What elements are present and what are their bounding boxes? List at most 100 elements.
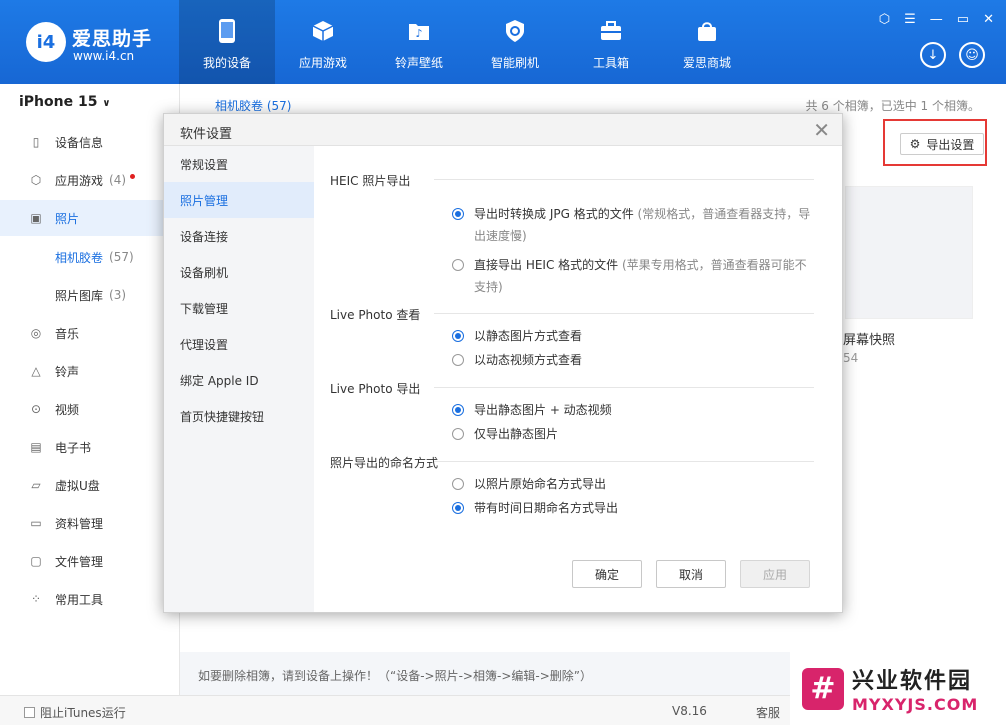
divider — [434, 179, 814, 180]
sidebar-item-label: 视频 — [55, 402, 80, 417]
radio-icon — [452, 354, 464, 366]
main-nav: 我的设备 应用游戏 ♪ 铃声壁纸 智能刷机 工具箱 爱思商城 — [179, 0, 755, 84]
sidebar-item-music[interactable]: ◎ 音乐 — [0, 315, 180, 351]
checkbox-icon — [24, 707, 35, 718]
breadcrumb[interactable]: 相机胶卷 (57) — [215, 97, 291, 114]
app-logo: i4 — [26, 22, 66, 62]
dialog-content: HEIC 照片导出 导出时转换成 JPG 格式的文件 (常规格式，普通查看器支持… — [314, 146, 842, 612]
tab-proxy-settings[interactable]: 代理设置 — [164, 326, 314, 362]
dialog-title: 软件设置 — [180, 127, 233, 142]
radio-label: 以照片原始命名方式导出 — [474, 477, 607, 491]
tab-general[interactable]: 常规设置 — [164, 146, 314, 182]
phone-outline-icon: ▯ — [32, 135, 40, 149]
footer-hint: 如要删除相簿，请到设备上操作！（“设备->照片->相簿->编辑->删除”） — [180, 652, 792, 695]
bell-icon: △ — [31, 364, 41, 378]
sidebar-item-label: 常用工具 — [55, 592, 104, 607]
radio-live-export-static[interactable]: 仅导出静态图片 — [452, 423, 812, 445]
sidebar-subitem-camera-roll[interactable]: 相机胶卷 (57) — [0, 239, 180, 275]
device-selector[interactable]: iPhone 15 ∨ — [19, 94, 110, 110]
book-icon: ▤ — [30, 440, 42, 454]
sidebar-item-label: 音乐 — [55, 326, 80, 341]
sidebar-item-label: 文件管理 — [55, 554, 104, 569]
tab-download-management[interactable]: 下载管理 — [164, 290, 314, 326]
watermark-url: MYXYJS.COM — [852, 695, 979, 714]
sidebar-item-common-tools[interactable]: ⁘ 常用工具 — [0, 581, 180, 617]
radio-icon — [452, 428, 464, 440]
section-title-live-export: Live Photo 导出 — [330, 382, 421, 396]
sidebar-subitem-photo-library[interactable]: 照片图库 (3) — [0, 277, 180, 313]
nav-apps-games[interactable]: 应用游戏 — [275, 0, 371, 84]
export-settings-button[interactable]: ⚙ 导出设置 — [900, 133, 984, 155]
nav-toolbox[interactable]: 工具箱 — [563, 0, 659, 84]
sidebar-item-file-management[interactable]: ▢ 文件管理 — [0, 543, 180, 579]
nav-ringtones-wallpapers[interactable]: ♪ 铃声壁纸 — [371, 0, 467, 84]
tab-photo-management[interactable]: 照片管理 — [164, 182, 314, 218]
radio-icon — [452, 404, 464, 416]
toolbox-icon — [598, 18, 624, 44]
radio-live-export-both[interactable]: 导出静态图片 + 动态视频 — [452, 399, 812, 421]
download-icon[interactable]: ↓ — [920, 42, 946, 68]
album-name: 屏幕快照 — [843, 333, 896, 348]
dialog-header: 软件设置 ✕ — [164, 114, 842, 146]
nav-label: 工具箱 — [592, 56, 629, 70]
customer-service-link[interactable]: 客服 — [756, 704, 780, 721]
minimize-icon[interactable]: — — [930, 12, 943, 27]
menu-icon[interactable]: ☰ — [904, 12, 916, 27]
settings-dialog: 软件设置 ✕ 常规设置 照片管理 设备连接 设备刷机 下载管理 代理设置 绑定 … — [163, 113, 843, 613]
cancel-button[interactable]: 取消 — [656, 560, 726, 588]
skin-icon[interactable]: ⬡ — [879, 12, 890, 27]
sidebar-item-ringtones[interactable]: △ 铃声 — [0, 353, 180, 389]
user-icon[interactable]: ☺ — [959, 42, 985, 68]
nav-smart-flash[interactable]: 智能刷机 — [467, 0, 563, 84]
watermark-logo-icon: # — [802, 667, 844, 710]
radio-heic-direct-export[interactable]: 直接导出 HEIC 格式的文件 (苹果专用格式，普通查看器可能不支持) — [452, 254, 812, 298]
app-name: 爱思助手 — [72, 28, 153, 50]
sidebar-item-label: 电子书 — [55, 440, 92, 455]
radio-naming-datetime[interactable]: 带有时间日期命名方式导出 — [452, 497, 812, 519]
sidebar-item-label: 虚拟U盘 — [55, 478, 100, 493]
album-thumbnail[interactable] — [845, 186, 973, 319]
notification-dot — [130, 173, 136, 179]
app-url: www.i4.cn — [73, 49, 135, 63]
sidebar-item-video[interactable]: ⊙ 视频 — [0, 391, 180, 427]
sidebar-item-photos[interactable]: ▣ 照片 — [0, 200, 180, 236]
radio-label: 以动态视频方式查看 — [474, 353, 583, 367]
sidebar-item-ebook[interactable]: ▤ 电子书 — [0, 429, 180, 465]
section-title-live-view: Live Photo 查看 — [330, 308, 421, 322]
radio-label: 以静态图片方式查看 — [474, 329, 583, 343]
chevron-down-icon: ∨ — [102, 98, 111, 109]
tab-bind-apple-id[interactable]: 绑定 Apple ID — [164, 362, 314, 398]
maximize-icon[interactable]: ▭ — [957, 12, 969, 27]
tab-home-shortcuts[interactable]: 首页快捷键按钮 — [164, 398, 314, 434]
apply-button[interactable]: 应用 — [740, 560, 810, 588]
sidebar-item-virtual-usb[interactable]: ▱ 虚拟U盘 — [0, 467, 180, 503]
tab-device-flash[interactable]: 设备刷机 — [164, 254, 314, 290]
tab-device-connection[interactable]: 设备连接 — [164, 218, 314, 254]
close-icon[interactable]: ✕ — [813, 118, 830, 142]
sidebar-item-count: (4) — [109, 173, 127, 187]
block-itunes-checkbox[interactable]: 阻止iTunes运行 — [24, 704, 126, 721]
radio-label: 仅导出静态图片 — [474, 427, 559, 441]
top-bar: i4 爱思助手 www.i4.cn 我的设备 应用游戏 ♪ 铃声壁纸 智能刷机 — [0, 0, 1006, 84]
section-title-heic: HEIC 照片导出 — [330, 174, 411, 188]
shopping-bag-icon — [694, 18, 720, 44]
folder-icon: ▢ — [30, 554, 42, 568]
nav-my-device[interactable]: 我的设备 — [179, 0, 275, 84]
nav-store[interactable]: 爱思商城 — [659, 0, 755, 84]
sidebar-item-apps[interactable]: ⬡ 应用游戏 (4) — [0, 162, 180, 198]
sidebar-item-data-management[interactable]: ▭ 资料管理 — [0, 505, 180, 541]
grid-icon: ⁘ — [30, 592, 42, 606]
radio-heic-convert-jpg[interactable]: 导出时转换成 JPG 格式的文件 (常规格式，普通查看器支持，导出速度慢) — [452, 203, 812, 247]
nav-label: 我的设备 — [202, 56, 251, 70]
watermark-title: 兴业软件园 — [852, 669, 973, 694]
close-icon[interactable]: ✕ — [983, 12, 994, 27]
album-summary: 共 6 个相簿，已选中 1 个相簿。 — [805, 99, 980, 113]
checkbox-label: 阻止iTunes运行 — [40, 706, 126, 720]
ok-button[interactable]: 确定 — [572, 560, 642, 588]
radio-naming-original[interactable]: 以照片原始命名方式导出 — [452, 473, 812, 495]
sidebar-item-device-info[interactable]: ▯ 设备信息 — [0, 124, 180, 160]
sidebar-item-label: 应用游戏 — [55, 173, 104, 188]
phone-icon — [214, 18, 240, 44]
radio-live-view-static[interactable]: 以静态图片方式查看 — [452, 325, 812, 347]
radio-live-view-video[interactable]: 以动态视频方式查看 — [452, 349, 812, 371]
